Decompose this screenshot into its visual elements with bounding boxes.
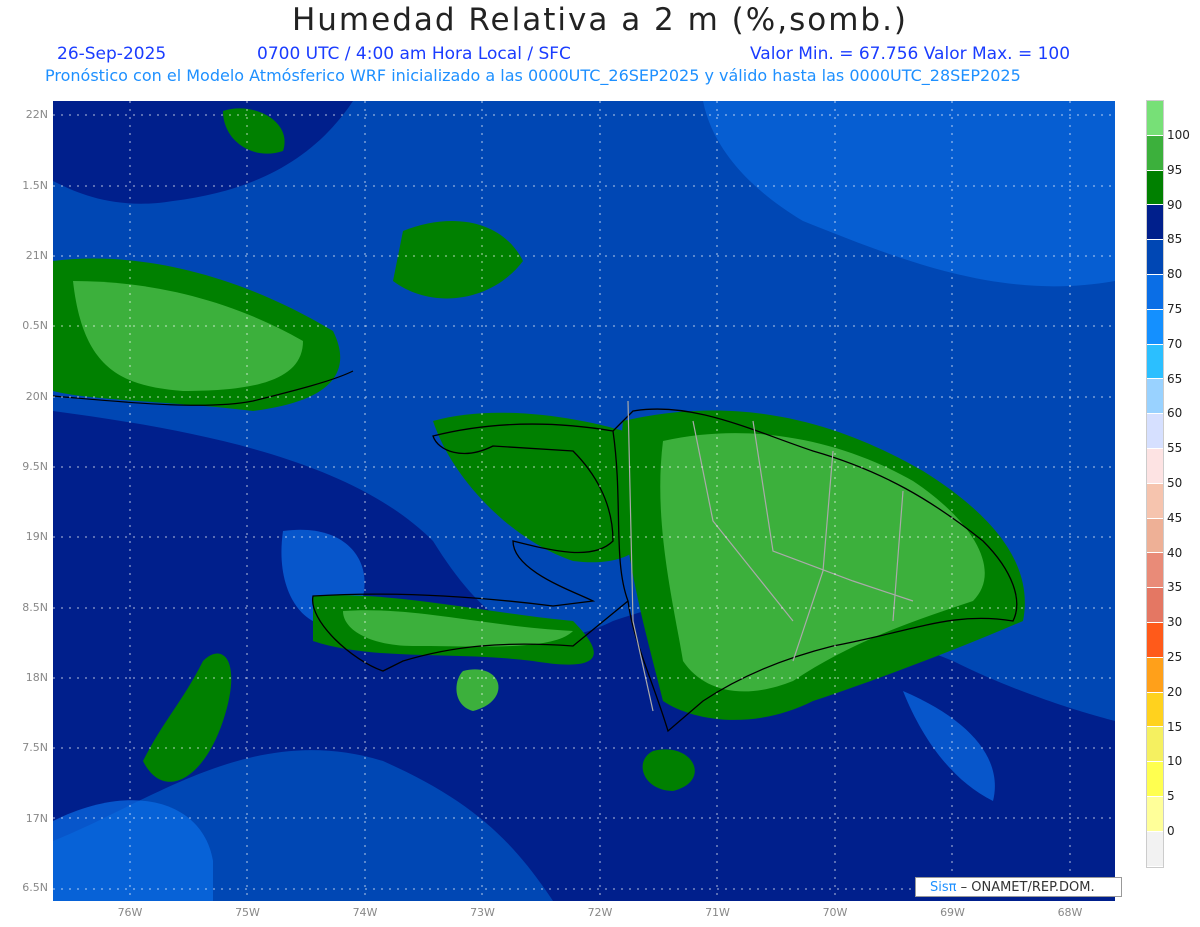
colorbar-segment [1147, 309, 1163, 345]
colorbar-segment [1147, 240, 1163, 275]
min-max-values: Valor Min. = 67.756 Valor Max. = 100 [750, 44, 1071, 64]
colorbar-label: 50 [1167, 476, 1183, 490]
colorbar [1146, 100, 1164, 868]
colorbar-segment [1147, 762, 1163, 797]
forecast-time: 0700 UTC / 4:00 am Hora Local / SFC [257, 44, 571, 64]
colorbar-segment [1147, 483, 1163, 519]
colorbar-label: 10 [1167, 754, 1183, 769]
lat-label: 7.5N [22, 741, 48, 754]
forecast-date: 26-Sep-2025 [57, 44, 167, 64]
colorbar-segment [1147, 205, 1163, 241]
colorbar-label: 75 [1167, 302, 1183, 316]
colorbar-segment [1147, 448, 1163, 484]
lon-label: 69W [940, 906, 965, 919]
colorbar-label: 60 [1167, 406, 1183, 421]
colorbar-segment [1147, 657, 1163, 693]
credit-text: – ONAMET/REP.DOM. [956, 880, 1095, 895]
colorbar-segment [1147, 518, 1163, 554]
colorbar-segment [1147, 379, 1163, 415]
sispi-logo: Sisπ [930, 880, 957, 895]
colorbar-segment [1147, 553, 1163, 589]
colorbar-label: 100 [1167, 128, 1190, 142]
colorbar-segment [1147, 831, 1163, 867]
colorbar-label: 0 [1167, 824, 1175, 838]
lat-label: 18N [25, 671, 48, 684]
lat-label: 1.5N [22, 179, 48, 192]
lat-label: 22N [25, 108, 48, 121]
lat-label: 8.5N [22, 601, 48, 614]
lat-label: 17N [25, 812, 48, 825]
colorbar-label: 20 [1167, 684, 1183, 699]
lon-label: 74W [352, 906, 378, 919]
colorbar-label: 95 [1167, 162, 1183, 177]
lon-label: 72W [587, 906, 613, 919]
lon-label: 71W [705, 906, 730, 919]
lon-label: 75W [235, 906, 260, 919]
credit-box: Sisπ – ONAMET/REP.DOM. [915, 877, 1122, 897]
lat-label: 20N [25, 390, 48, 403]
colorbar-label: 80 [1167, 267, 1183, 282]
colorbar-segment [1147, 796, 1163, 832]
colorbar-segment [1147, 588, 1163, 623]
lat-label: 6.5N [22, 881, 48, 894]
colorbar-segment [1147, 344, 1163, 380]
lat-label: 21N [25, 249, 48, 262]
colorbar-segment [1147, 692, 1163, 728]
lat-label: 19N [25, 530, 48, 543]
lon-label: 68W [1057, 906, 1083, 919]
colorbar-segment [1147, 622, 1163, 658]
colorbar-label: 35 [1167, 580, 1183, 595]
colorbar-label: 70 [1167, 336, 1183, 351]
colorbar-segment [1147, 414, 1163, 449]
colorbar-label: 65 [1167, 371, 1183, 386]
lat-label: 0.5N [22, 319, 48, 332]
colorbar-label: 40 [1167, 545, 1183, 560]
model-info: Pronóstico con el Modelo Atmósferico WRF… [45, 66, 1021, 85]
colorbar-label: 25 [1167, 650, 1183, 664]
lon-label: 73W [470, 906, 495, 919]
colorbar-label: 90 [1167, 197, 1183, 212]
colorbar-label: 45 [1167, 510, 1183, 525]
colorbar-segment [1147, 101, 1163, 136]
lon-label: 76W [117, 906, 143, 919]
lat-label: 9.5N [22, 460, 48, 473]
colorbar-segment [1147, 170, 1163, 206]
map-title: Humedad Relativa a 2 m (%,somb.) [291, 2, 909, 38]
humidity-map [53, 101, 1115, 901]
colorbar-segment [1147, 135, 1163, 171]
lon-label: 70W [822, 906, 848, 919]
colorbar-segment [1147, 274, 1163, 310]
colorbar-segment [1147, 727, 1163, 763]
colorbar-label: 55 [1167, 441, 1183, 456]
colorbar-label: 5 [1167, 789, 1175, 804]
colorbar-label: 85 [1167, 232, 1183, 247]
colorbar-label: 30 [1167, 615, 1183, 630]
colorbar-label: 15 [1167, 719, 1183, 734]
